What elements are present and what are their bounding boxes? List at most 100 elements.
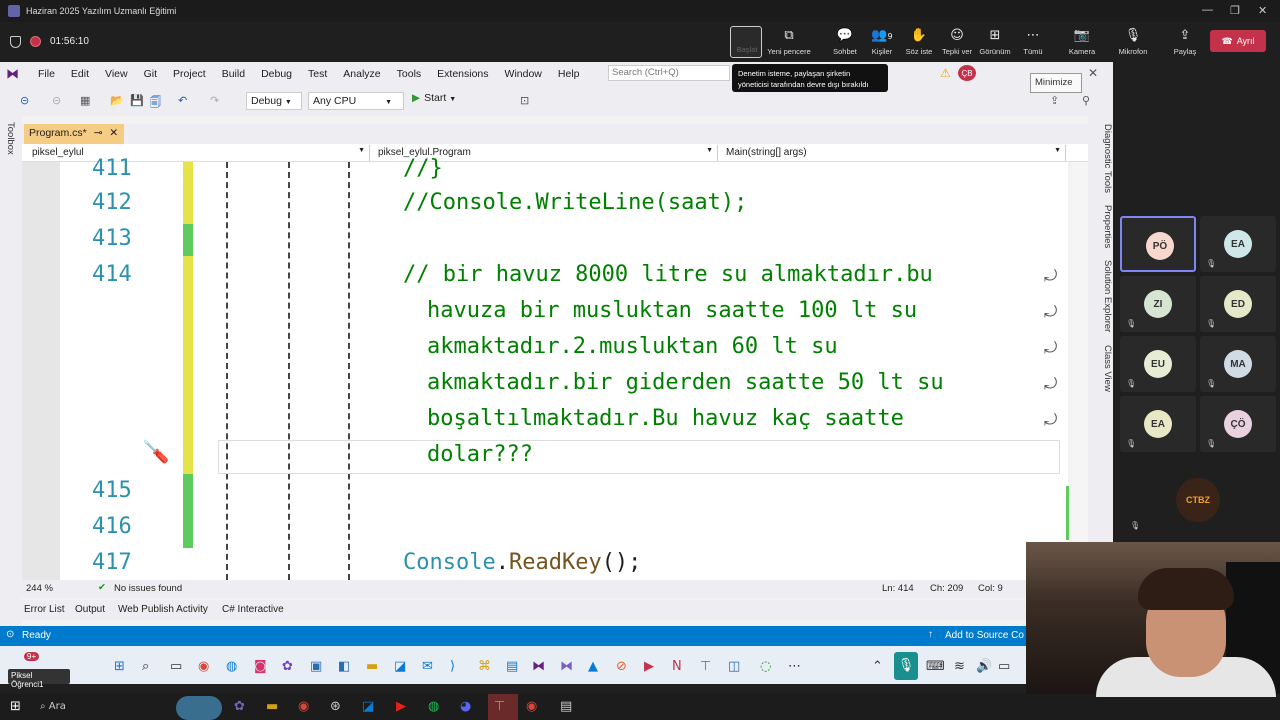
copilot-icon[interactable]: ✿ xyxy=(234,699,245,714)
host-search-box[interactable]: ⌕ Ara xyxy=(40,701,66,712)
user-avatar[interactable]: ÇB xyxy=(958,65,976,81)
attach-icon[interactable]: ⊡ xyxy=(520,94,529,107)
vs-close-button[interactable]: ✕ xyxy=(1088,66,1098,80)
visual-studio-taskbar-icon[interactable]: ⧓ xyxy=(532,659,545,674)
participant-tile[interactable]: ZI 🎙 xyxy=(1120,276,1196,332)
menu-debug[interactable]: Debug xyxy=(261,68,292,80)
chrome2-icon[interactable]: ◉ xyxy=(526,699,537,714)
menu-file[interactable]: File xyxy=(38,68,55,80)
toolbox-panel[interactable]: Toolbox xyxy=(0,116,22,628)
visual-studio-2-icon[interactable]: ⧓ xyxy=(560,659,573,674)
issues-status[interactable]: No issues found xyxy=(114,583,182,594)
mic-button[interactable]: 🎙 Mikrofon xyxy=(1111,28,1155,56)
menu-edit[interactable]: Edit xyxy=(71,68,89,80)
start-icon[interactable]: ⊞ xyxy=(114,659,125,674)
chrome-icon[interactable]: ◉ xyxy=(298,699,309,714)
diagnostic-tools-tab[interactable]: Diagnostic Tools xyxy=(1094,124,1113,193)
participant-tile[interactable]: EA 🎙 xyxy=(1200,216,1276,272)
pin-tab-icon[interactable]: ⊸ xyxy=(94,127,103,139)
spotify-icon[interactable]: ◍ xyxy=(428,699,439,714)
battery-icon[interactable]: ▭ xyxy=(998,659,1010,674)
tab-error-list[interactable]: Error List xyxy=(24,604,65,615)
window-maximize-button[interactable]: ❐ xyxy=(1230,4,1240,17)
save-icon[interactable]: 💾 xyxy=(130,94,144,107)
new-window-button[interactable]: ⧉ Yeni pencere xyxy=(767,28,811,56)
quick-actions-screwdriver-icon[interactable]: 🪛 xyxy=(142,440,169,465)
chrome-icon[interactable]: ◉ xyxy=(198,659,209,674)
mail-icon[interactable]: ✉ xyxy=(422,659,433,674)
weather-widget-icon[interactable] xyxy=(176,696,222,720)
member-dropdown[interactable]: Main(string[] args) ▼ xyxy=(722,145,1066,161)
zoom-dropdown[interactable]: 244 % xyxy=(26,583,53,594)
menu-project[interactable]: Project xyxy=(173,68,206,80)
participant-tile[interactable]: EU 🎙 xyxy=(1120,336,1196,392)
instagram-icon[interactable]: ◙ xyxy=(254,659,267,674)
terminal-icon[interactable]: ▤ xyxy=(560,699,572,714)
tab-web-publish[interactable]: Web Publish Activity xyxy=(118,604,208,615)
outlook-icon[interactable]: ◪ xyxy=(362,699,374,714)
forward-icon[interactable]: ⊝ xyxy=(52,94,61,107)
menu-tools[interactable]: Tools xyxy=(397,68,422,80)
store-icon[interactable]: ▣ xyxy=(310,659,322,674)
participant-tile[interactable]: ÇÖ 🎙 xyxy=(1200,396,1276,452)
menu-test[interactable]: Test xyxy=(308,68,327,80)
edge-icon[interactable]: ◍ xyxy=(226,659,237,674)
whatsapp-icon[interactable]: ◌ xyxy=(760,659,771,674)
app3-icon[interactable]: ◫ xyxy=(728,659,740,674)
outlook-icon[interactable]: ◪ xyxy=(394,659,406,674)
menu-build[interactable]: Build xyxy=(222,68,245,80)
task-view-icon[interactable]: ▭ xyxy=(170,659,182,674)
explorer-icon[interactable]: ▬ xyxy=(366,659,378,674)
solution-explorer-tab[interactable]: Solution Explorer xyxy=(1094,260,1113,332)
tray-chevron-icon[interactable]: ⌃ xyxy=(872,659,883,674)
mic-tray-icon[interactable]: 🎙 xyxy=(894,652,918,680)
participant-tile[interactable]: MA 🎙 xyxy=(1200,336,1276,392)
tab-csharp-interactive[interactable]: C# Interactive xyxy=(222,604,284,615)
postman-icon[interactable]: ⊘ xyxy=(616,659,627,674)
close-tab-icon[interactable]: ✕ xyxy=(109,127,118,139)
participant-tile[interactable]: PÖ xyxy=(1120,216,1196,272)
properties-tab[interactable]: Properties xyxy=(1094,205,1113,248)
discord-icon[interactable]: ◕ xyxy=(460,699,471,714)
windows-start-icon[interactable]: ⊞ xyxy=(10,699,21,714)
vs-search-input[interactable]: Search (Ctrl+Q) xyxy=(608,65,730,81)
start-button[interactable]: ▶ Start ▼ xyxy=(412,92,456,104)
vscode-icon[interactable]: ⟩ xyxy=(450,659,455,674)
leave-button[interactable]: ☎ Ayrıl xyxy=(1210,30,1266,52)
app-icon[interactable]: ⊛ xyxy=(330,699,341,714)
app-icon[interactable]: ◧ xyxy=(338,659,350,674)
project-dropdown[interactable]: piksel_eylul ▼ xyxy=(28,145,370,161)
class-view-tab[interactable]: Class View xyxy=(1094,345,1113,392)
participant-tile[interactable]: ED 🎙 xyxy=(1200,276,1276,332)
share-button[interactable]: ⇪ Paylaş xyxy=(1163,28,1207,56)
teams-taskbar-icon[interactable]: ⊤ xyxy=(700,659,711,674)
sql-icon[interactable]: ▤ xyxy=(506,659,518,674)
tab-program-cs[interactable]: Program.cs* ⊸ ✕ xyxy=(24,124,124,144)
menu-window[interactable]: Window xyxy=(505,68,542,80)
window-minimize-button[interactable]: — xyxy=(1202,4,1213,16)
more-apps-icon[interactable]: ⋯ xyxy=(788,659,801,674)
menu-git[interactable]: Git xyxy=(144,68,157,80)
keyboard-icon[interactable]: ⌨ xyxy=(926,659,945,674)
tab-output[interactable]: Output xyxy=(75,604,105,615)
search-icon[interactable]: ⌕ xyxy=(142,659,149,674)
add-to-source-control[interactable]: Add to Source Co xyxy=(945,630,1024,641)
wifi-icon[interactable]: ≋ xyxy=(954,659,965,674)
vertical-scrollbar[interactable] xyxy=(1072,162,1088,580)
participant-tile[interactable]: EA 🎙 xyxy=(1120,396,1196,452)
platform-dropdown[interactable]: Any CPU ▼ xyxy=(308,92,404,110)
live-share-icon[interactable]: ⇪ xyxy=(1050,94,1059,107)
open-folder-icon[interactable]: 📂 xyxy=(110,94,124,107)
volume-icon[interactable]: 🔊 xyxy=(976,659,992,674)
netflix-icon[interactable]: N xyxy=(672,659,682,674)
undo-icon[interactable]: ↶ xyxy=(178,94,187,107)
configuration-dropdown[interactable]: Debug ▼ xyxy=(246,92,302,110)
menu-view[interactable]: View xyxy=(105,68,128,80)
app2-icon[interactable]: ▶ xyxy=(644,659,654,674)
youtube-icon[interactable]: ▶ xyxy=(396,699,406,714)
explorer-icon[interactable]: ▬ xyxy=(266,699,278,714)
more-button[interactable]: ⋯ Tümü xyxy=(1011,28,1055,56)
folder-icon[interactable]: ⌘ xyxy=(478,659,491,674)
redo-icon[interactable]: ↷ xyxy=(210,94,219,107)
teams-icon[interactable]: ⊤ xyxy=(494,699,505,714)
